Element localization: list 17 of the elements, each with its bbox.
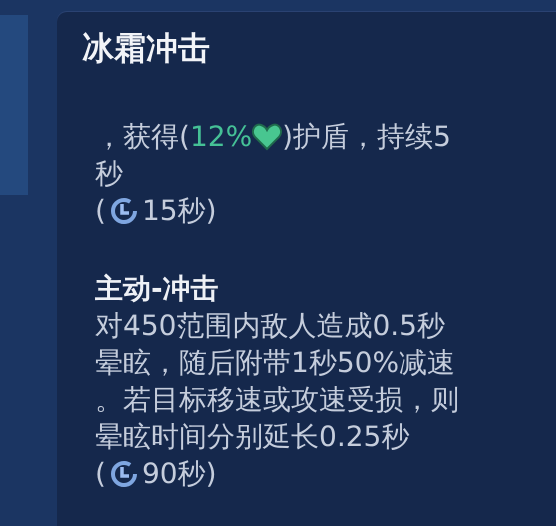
- cooldown-time: 15秒): [142, 193, 216, 229]
- shield-value: 12%: [190, 119, 252, 155]
- section-heading: 主动-冲击: [95, 271, 219, 307]
- skill-title: 冰霜冲击: [82, 28, 211, 68]
- description-text: 。若目标移速或攻速受损，则: [95, 382, 459, 418]
- description-text: 秒: [95, 156, 123, 192]
- description-text: ，获得(: [95, 119, 190, 155]
- description-text: )护盾，持续5: [282, 119, 451, 155]
- description-text: 对450范围内敌人造成0.5秒: [95, 308, 445, 344]
- clock-icon: [110, 196, 138, 224]
- cooldown-time: 90秒): [142, 456, 216, 492]
- bracket-text: (: [95, 193, 106, 229]
- heart-icon: [252, 122, 282, 150]
- clock-icon: [110, 460, 138, 488]
- description-text: 晕眩时间分别延长0.25秒: [95, 419, 410, 455]
- description-text: 晕眩，随后附带1秒50%减速: [95, 345, 456, 381]
- bracket-text: (: [95, 456, 106, 492]
